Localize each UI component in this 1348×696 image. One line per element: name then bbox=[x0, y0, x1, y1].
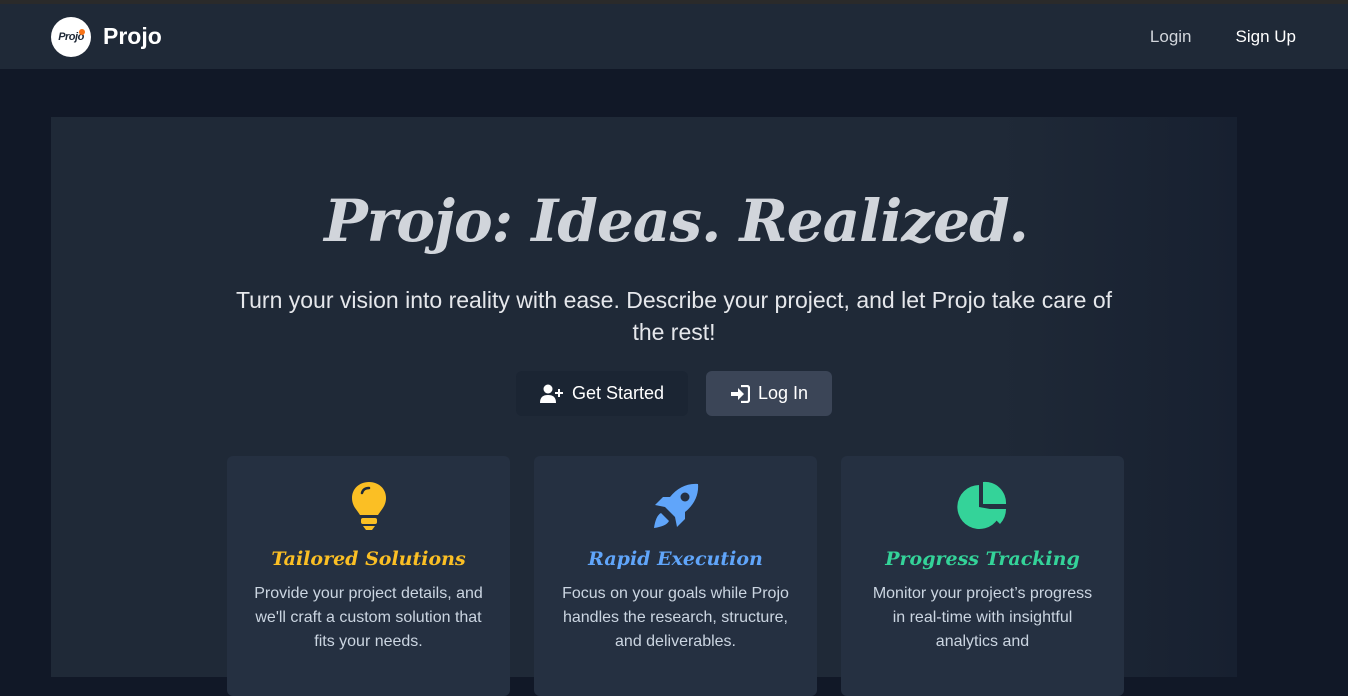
log-in-label: Log In bbox=[758, 383, 809, 403]
user-plus-icon bbox=[539, 384, 564, 404]
card-description: Provide your project details, and we'll … bbox=[254, 585, 483, 650]
rocket-icon bbox=[651, 480, 701, 532]
card-description: Focus on your goals while Projo handles … bbox=[562, 585, 789, 650]
card-title: Rapid Execution bbox=[588, 548, 763, 570]
feature-card-progress: Progress Tracking Monitor your project’s… bbox=[841, 456, 1124, 696]
feature-cards: Tailored Solutions Provide your project … bbox=[227, 456, 1124, 696]
hero-section: Projo: Ideas. Realized. Turn your vision… bbox=[51, 117, 1237, 696]
logo[interactable]: Projo bbox=[51, 16, 91, 57]
feature-card-rapid: Rapid Execution Focus on your goals whil… bbox=[534, 456, 817, 696]
brand-name[interactable]: Projo bbox=[103, 23, 162, 50]
logo-accent-dot bbox=[79, 28, 85, 35]
sign-in-icon bbox=[730, 384, 750, 403]
login-link[interactable]: Login bbox=[1150, 27, 1192, 47]
signup-link[interactable]: Sign Up bbox=[1236, 27, 1296, 47]
feature-card-tailored: Tailored Solutions Provide your project … bbox=[227, 456, 510, 696]
brand[interactable]: Projo Projo bbox=[51, 16, 162, 57]
navbar: Projo Projo Login Sign Up bbox=[0, 4, 1348, 70]
get-started-button[interactable]: Get Started bbox=[515, 371, 688, 416]
lightbulb-icon bbox=[351, 480, 387, 532]
hero-title: Projo: Ideas. Realized. bbox=[324, 187, 1029, 255]
card-title: Tailored Solutions bbox=[271, 548, 466, 570]
card-title: Progress Tracking bbox=[885, 548, 1080, 570]
card-description: Monitor your project’s progress in real-… bbox=[872, 585, 1093, 650]
get-started-label: Get Started bbox=[571, 383, 664, 403]
log-in-button[interactable]: Log In bbox=[706, 371, 833, 416]
nav-links: Login Sign Up bbox=[1150, 27, 1296, 47]
hero-subtitle: Turn your vision into reality with ease.… bbox=[235, 287, 1113, 345]
pie-chart-icon bbox=[956, 480, 1009, 532]
hero-buttons: Get Started Log In bbox=[51, 371, 1297, 416]
